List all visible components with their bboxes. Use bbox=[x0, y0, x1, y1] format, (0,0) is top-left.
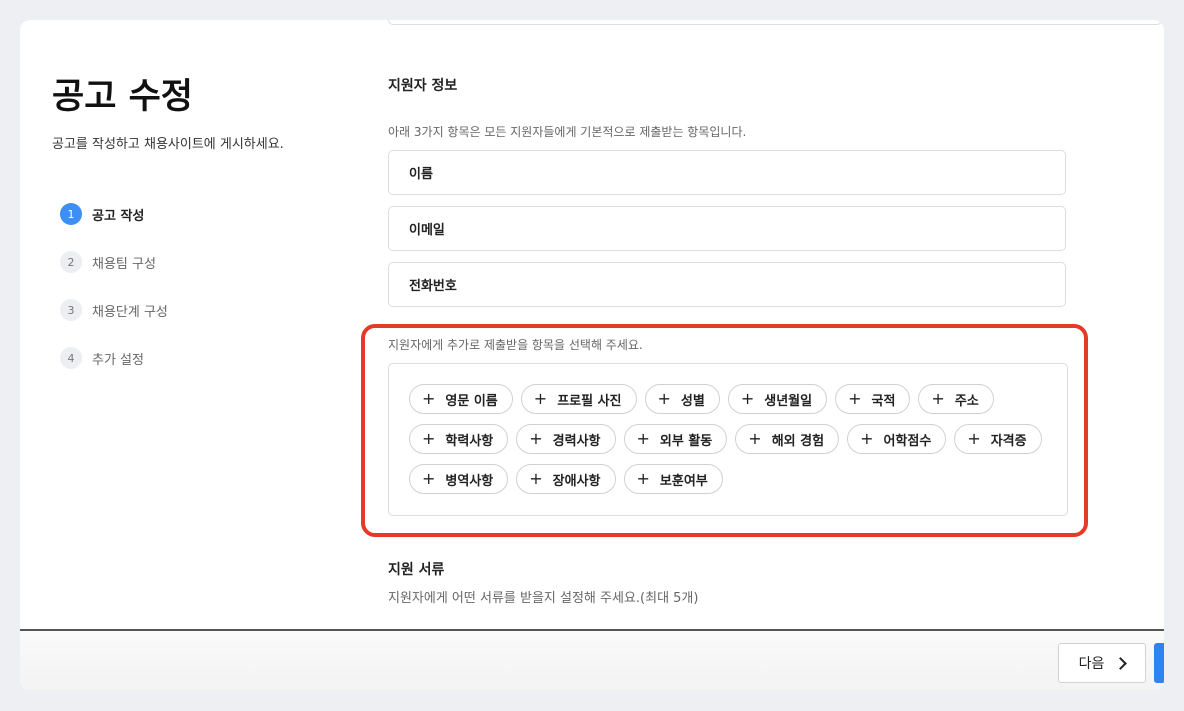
documents-desc: 지원자에게 어떤 서류를 받을지 설정해 주세요.(최대 5개) bbox=[388, 591, 699, 606]
documents-title: 지원 서류 bbox=[388, 562, 445, 578]
step-label: 추가 설정 bbox=[92, 352, 144, 368]
previous-section-edge bbox=[388, 20, 1162, 25]
step-number: 1 bbox=[60, 203, 82, 225]
basic-fields-desc: 아래 3가지 항목은 모든 지원자들에게 기본적으로 제출받는 항목입니다. bbox=[388, 125, 747, 139]
step-item-stages[interactable]: 3 채용단계 구성 bbox=[60, 298, 168, 322]
step-nav: 1 공고 작성 2 채용팀 구성 3 채용단계 구성 4 추가 설정 bbox=[60, 202, 168, 394]
chevron-right-icon bbox=[1114, 657, 1128, 670]
primary-action-button[interactable] bbox=[1154, 643, 1164, 683]
highlight-box bbox=[361, 324, 1088, 537]
step-number: 2 bbox=[60, 251, 82, 273]
page-title: 공고 수정 bbox=[52, 77, 193, 117]
step-item-extra-settings[interactable]: 4 추가 설정 bbox=[60, 346, 168, 370]
step-number: 3 bbox=[60, 299, 82, 321]
applicant-info-title: 지원자 정보 bbox=[388, 78, 458, 94]
next-button-label: 다음 bbox=[1078, 656, 1105, 672]
basic-field-name: 이름 bbox=[388, 150, 1066, 195]
step-item-team[interactable]: 2 채용팀 구성 bbox=[60, 250, 168, 274]
next-button[interactable]: 다음 bbox=[1058, 643, 1146, 683]
step-label: 공고 작성 bbox=[92, 208, 145, 224]
step-number: 4 bbox=[60, 347, 82, 369]
basic-field-email: 이메일 bbox=[388, 206, 1066, 251]
footer-bar bbox=[20, 631, 1164, 690]
main-card: 공고 수정 공고를 작성하고 채용사이트에 게시하세요. 1 공고 작성 2 채… bbox=[20, 20, 1164, 690]
page-subtitle: 공고를 작성하고 채용사이트에 게시하세요. bbox=[52, 137, 284, 152]
basic-field-phone: 전화번호 bbox=[388, 262, 1066, 307]
step-item-post-write[interactable]: 1 공고 작성 bbox=[60, 202, 168, 226]
step-label: 채용단계 구성 bbox=[92, 304, 168, 320]
step-label: 채용팀 구성 bbox=[92, 256, 156, 272]
